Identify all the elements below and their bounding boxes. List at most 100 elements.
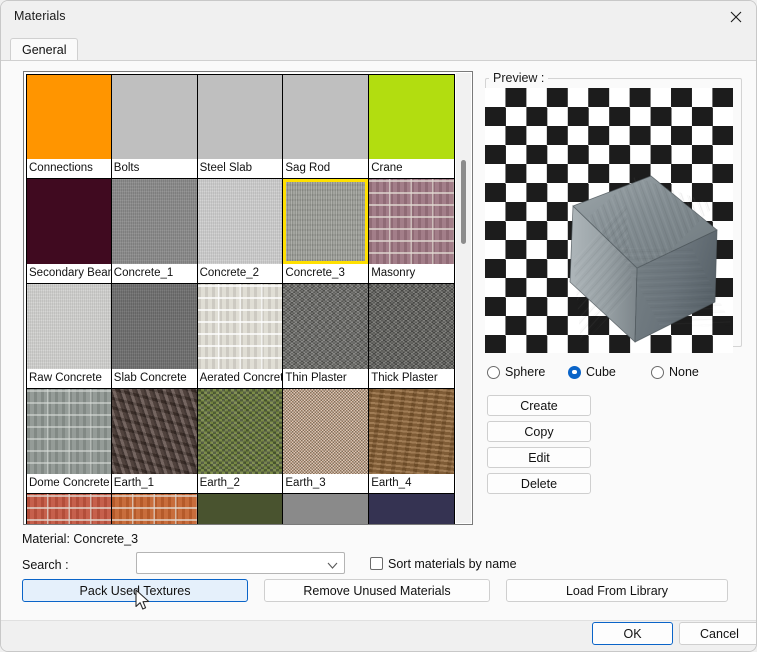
cancel-button[interactable]: Cancel bbox=[679, 622, 757, 645]
material-cell[interactable]: Thick Plaster bbox=[369, 284, 455, 389]
preview-legend-label: Preview : bbox=[489, 71, 548, 85]
material-label: Thick Plaster bbox=[369, 369, 454, 388]
preview-canvas[interactable] bbox=[485, 88, 733, 353]
copy-button[interactable]: Copy bbox=[487, 421, 591, 442]
material-cell[interactable]: Thin Plaster bbox=[283, 284, 369, 389]
material-label: Bolts bbox=[112, 159, 197, 178]
radio-sphere[interactable]: Sphere bbox=[487, 363, 545, 381]
material-swatch bbox=[283, 389, 368, 474]
material-cell[interactable]: Dome Concrete bbox=[26, 389, 112, 494]
material-grid: ConnectionsBoltsSteel SlabSag RodCrane Se… bbox=[26, 74, 455, 524]
material-cell[interactable]: Steel Slab bbox=[198, 74, 284, 179]
sort-materials-checkbox[interactable]: Sort materials by name bbox=[370, 555, 517, 572]
radio-label-none: None bbox=[669, 365, 699, 379]
material-cell[interactable]: Bolts bbox=[112, 74, 198, 179]
pack-used-textures-button[interactable]: Pack Used Textures bbox=[22, 579, 248, 602]
delete-button[interactable]: Delete bbox=[487, 473, 591, 494]
material-cell[interactable] bbox=[283, 494, 369, 524]
material-swatch bbox=[369, 284, 454, 369]
material-swatch bbox=[27, 284, 111, 369]
ok-button[interactable]: OK bbox=[592, 622, 673, 645]
material-swatch bbox=[198, 179, 283, 264]
material-cell[interactable] bbox=[198, 494, 284, 524]
radio-mark-cube bbox=[568, 366, 581, 379]
material-label: Earth_1 bbox=[112, 474, 197, 493]
material-cell[interactable]: Slab Concrete bbox=[112, 284, 198, 389]
material-swatch bbox=[283, 75, 368, 160]
tab-general[interactable]: General bbox=[10, 38, 78, 61]
checkbox-mark-sort bbox=[370, 557, 383, 570]
material-label: Concrete_1 bbox=[112, 264, 197, 283]
material-cell[interactable]: Earth_3 bbox=[283, 389, 369, 494]
remove-unused-materials-button[interactable]: Remove Unused Materials bbox=[264, 579, 490, 602]
material-cell[interactable] bbox=[369, 494, 455, 524]
material-swatch bbox=[27, 75, 111, 160]
material-cell[interactable]: Raw Concrete bbox=[26, 284, 112, 389]
material-label: Concrete_2 bbox=[198, 264, 283, 283]
material-cell[interactable]: Aerated Concrete bbox=[198, 284, 284, 389]
create-button[interactable]: Create bbox=[487, 395, 591, 416]
close-button[interactable] bbox=[713, 1, 757, 32]
material-swatch bbox=[198, 494, 283, 524]
material-label: Raw Concrete bbox=[27, 369, 111, 388]
radio-mark-sphere bbox=[487, 366, 500, 379]
material-label: Sag Rod bbox=[283, 159, 368, 178]
window-title: Materials bbox=[14, 9, 66, 23]
material-swatch bbox=[283, 179, 368, 264]
radio-cube[interactable]: Cube bbox=[568, 363, 616, 381]
material-swatch bbox=[369, 75, 454, 160]
material-swatch bbox=[198, 389, 283, 474]
material-swatch bbox=[112, 179, 197, 264]
search-input[interactable] bbox=[142, 555, 322, 571]
edit-button[interactable]: Edit bbox=[487, 447, 591, 468]
radio-mark-none bbox=[651, 366, 664, 379]
search-combobox[interactable] bbox=[136, 552, 345, 574]
radio-label-cube: Cube bbox=[586, 365, 616, 379]
material-swatch bbox=[112, 389, 197, 474]
preview-shape-radio-group: Sphere Cube None bbox=[487, 363, 742, 381]
material-swatch bbox=[27, 179, 111, 264]
material-label: Steel Slab bbox=[198, 159, 283, 178]
chevron-down-icon[interactable] bbox=[327, 559, 338, 573]
close-icon bbox=[730, 11, 742, 23]
radio-label-sphere: Sphere bbox=[505, 365, 545, 379]
material-label: Earth_3 bbox=[283, 474, 368, 493]
material-label: Secondary Beam bbox=[27, 264, 111, 283]
material-cell[interactable]: Masonry bbox=[369, 179, 455, 284]
material-cell[interactable]: Concrete_3 bbox=[283, 179, 369, 284]
material-cell[interactable]: Concrete_1 bbox=[112, 179, 198, 284]
load-from-library-button[interactable]: Load From Library bbox=[506, 579, 728, 602]
material-swatch bbox=[112, 284, 197, 369]
material-swatch bbox=[283, 494, 368, 524]
material-label: Concrete_3 bbox=[283, 264, 368, 283]
material-label: Aerated Concrete bbox=[198, 369, 283, 388]
material-cell[interactable]: Earth_2 bbox=[198, 389, 284, 494]
material-label: Dome Concrete bbox=[27, 474, 111, 493]
material-cell[interactable]: Earth_1 bbox=[112, 389, 198, 494]
material-swatch bbox=[198, 75, 283, 160]
material-cell[interactable]: Concrete_2 bbox=[198, 179, 284, 284]
material-swatch bbox=[369, 179, 454, 264]
material-cell[interactable]: Sag Rod bbox=[283, 74, 369, 179]
material-label: Connections bbox=[27, 159, 111, 178]
radio-none[interactable]: None bbox=[651, 363, 699, 381]
title-bar: Materials bbox=[1, 1, 757, 33]
material-cell[interactable]: Secondary Beam bbox=[26, 179, 112, 284]
material-swatch bbox=[198, 284, 283, 369]
tab-strip: General bbox=[1, 33, 757, 61]
material-cell[interactable]: Connections bbox=[26, 74, 112, 179]
material-label: Thin Plaster bbox=[283, 369, 368, 388]
material-label: Crane bbox=[369, 159, 454, 178]
material-cell[interactable]: Crane bbox=[369, 74, 455, 179]
material-cell[interactable]: Earth_4 bbox=[369, 389, 455, 494]
material-cell[interactable] bbox=[26, 494, 112, 524]
material-swatch bbox=[283, 284, 368, 369]
material-swatch bbox=[369, 494, 454, 524]
selected-material-caption: Material: Concrete_3 bbox=[22, 532, 138, 546]
material-cell[interactable] bbox=[112, 494, 198, 524]
scrollbar-thumb[interactable] bbox=[461, 160, 466, 244]
material-swatch bbox=[112, 75, 197, 160]
material-list-scrollbar[interactable] bbox=[456, 73, 471, 523]
material-swatch bbox=[369, 389, 454, 474]
material-list[interactable]: ConnectionsBoltsSteel SlabSag RodCrane Se… bbox=[23, 71, 473, 525]
